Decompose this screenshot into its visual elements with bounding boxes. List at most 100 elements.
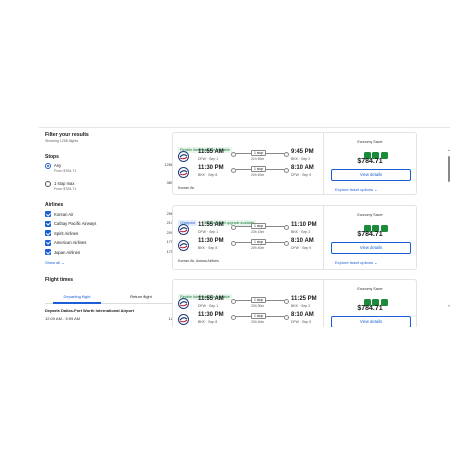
duration: 21h 50m: [251, 157, 265, 161]
flight-times-heading: Flight times: [45, 276, 74, 283]
results-count: Showing 1258 flights: [45, 139, 79, 143]
inbound-leg: 11:30 PM BKK · Sep 8 1 stop 20h 40m 8:10…: [178, 238, 318, 258]
checkbox-checked-icon[interactable]: [45, 249, 51, 255]
departure-airport: BKK · Sep 8: [198, 246, 218, 250]
show-all-link[interactable]: Show all ⌄: [45, 260, 173, 265]
explore-ticket-options-link[interactable]: Explore ticket options ⌄: [335, 187, 378, 192]
carrier-name: Korean Air: [178, 186, 195, 190]
departure-time: 11:55 AM: [198, 296, 224, 302]
card-divider: [323, 133, 324, 194]
view-details-button[interactable]: View details: [331, 242, 411, 254]
stops-badge: 1 stop: [251, 297, 267, 303]
departure-airport: BKK · Sep 8: [198, 320, 218, 324]
duration: 23h 30m: [251, 304, 265, 308]
tab-return-flight[interactable]: Return flight: [109, 294, 173, 299]
arrival-time: 8:10 AM: [291, 165, 314, 171]
korean-air-logo-icon: [178, 151, 189, 162]
departure-time: 11:30 PM: [198, 238, 224, 244]
view-details-button[interactable]: View details: [331, 316, 411, 327]
departure-airport: BKK · Sep 8: [198, 173, 218, 177]
stops-badge: 1 stop: [251, 166, 267, 172]
stop-price: From $784.71: [54, 169, 77, 173]
korean-air-logo-icon: [178, 167, 189, 178]
stop-option-1-stop-max[interactable]: 1 stop max From $784.71 389: [45, 181, 173, 196]
stops-badge: 1 stop: [251, 239, 267, 245]
departure-time: 11:30 PM: [198, 165, 224, 171]
stop-label: Any: [54, 163, 62, 168]
arrival-airport: BKK · Sep 2: [291, 304, 311, 308]
korean-air-logo-icon: [178, 224, 189, 235]
explore-label: Explore ticket options: [335, 187, 374, 192]
time-range-label: 12:00 AM - 5:59 AM: [45, 315, 81, 321]
arrival-time: 8:10 AM: [291, 312, 314, 318]
checkbox-checked-icon[interactable]: [45, 220, 51, 227]
carrier-name: Korean Air, Asiana Airlines: [178, 259, 219, 263]
stops-badge: 1 stop: [251, 223, 267, 229]
radio-icon[interactable]: [45, 181, 51, 187]
arrival-time: 11:10 PM: [291, 222, 317, 228]
arrival-airport: DFW · Sep 9: [291, 246, 312, 250]
tab-departing-flight[interactable]: Departing flight: [45, 294, 109, 304]
fare-class: Economy Saver: [357, 213, 383, 217]
flight-times-tabs: Departing flight Return flight: [45, 292, 173, 304]
airline-option[interactable]: Japan Airlines 175: [45, 249, 173, 259]
airline-label: Japan Airlines: [54, 249, 81, 255]
explore-label: Explore ticket options: [335, 260, 374, 265]
korean-air-logo-icon: [178, 314, 189, 325]
duration: 23h 15m: [251, 230, 265, 234]
explore-ticket-options-link[interactable]: Explore ticket options ⌄: [335, 260, 378, 265]
departure-time: 11:55 AM: [198, 149, 224, 155]
duration: 20h 40m: [251, 173, 265, 177]
arrival-time: 8:10 AM: [291, 238, 314, 244]
price: $784.71: [357, 231, 383, 238]
checkbox-checked-icon[interactable]: [45, 230, 51, 236]
flight-result-card[interactable]: Cheapest Flexible ticket upgrade availab…: [172, 205, 417, 270]
checkbox-checked-icon[interactable]: [45, 211, 51, 217]
stops-badge: 1 stop: [251, 150, 267, 156]
price: $784.71: [357, 158, 383, 165]
filter-sidebar: Filter your results Showing 1258 flights…: [45, 132, 173, 322]
view-details-button[interactable]: View details: [331, 169, 411, 181]
stop-price: From $784.71: [54, 187, 77, 191]
arrival-airport: DFW · Sep 9: [291, 173, 312, 177]
airline-label: Spirit Airlines: [54, 230, 79, 236]
fare-class: Economy Saver: [357, 287, 383, 291]
show-all-label: Show all: [45, 259, 61, 265]
flight-result-card[interactable]: Flexible ticket upgrade available 11:55 …: [172, 279, 417, 327]
stops-badge: 1 stop: [251, 313, 267, 319]
airline-label: Korean Air: [54, 211, 74, 217]
airline-label: American Airlines: [54, 240, 87, 245]
duration: 20h 40m: [251, 246, 265, 250]
price: $784.71: [357, 305, 383, 312]
filter-title: Filter your results: [45, 132, 89, 138]
airline-label: Cathay Pacific Airways: [54, 221, 97, 226]
stops-heading: Stops: [45, 154, 59, 160]
time-range-option[interactable]: 12:00 AM - 5:59 AM 12: [45, 316, 173, 322]
departure-time: 11:30 PM: [198, 312, 224, 318]
checkbox-checked-icon[interactable]: [45, 239, 51, 246]
airline-list: Korean Air 256 Cathay Pacific Airways 21…: [45, 211, 173, 259]
airline-option[interactable]: Korean Air 256: [45, 211, 173, 221]
departure-airport: DFW · Sep 1: [198, 157, 219, 161]
airline-option[interactable]: Cathay Pacific Airways 213: [45, 220, 173, 231]
inbound-leg: 11:30 PM BKK · Sep 8 1 stop 20h 40m 8:10…: [178, 312, 318, 327]
fare-class: Economy Saver: [357, 140, 383, 144]
airline-option[interactable]: American Airlines 179: [45, 239, 173, 250]
arrival-airport: BKK · Sep 2: [291, 157, 311, 161]
departure-time: 11:55 AM: [198, 222, 224, 228]
korean-air-logo-icon: [178, 298, 189, 309]
chevron-down-icon: ⌄: [374, 187, 378, 192]
arrival-airport: DFW · Sep 9: [291, 320, 312, 324]
korean-air-logo-icon: [178, 240, 189, 251]
airline-option[interactable]: Spirit Airlines 209: [45, 230, 173, 240]
stop-option-any[interactable]: Any From $784.71 1268: [45, 163, 173, 178]
inbound-leg: 11:30 PM BKK · Sep 8 1 stop 20h 40m 8:10…: [178, 165, 318, 185]
radio-selected-icon[interactable]: [45, 163, 51, 169]
card-divider: [323, 206, 324, 269]
chevron-down-icon: ⌄: [374, 260, 378, 265]
flight-result-card[interactable]: Flexible ticket upgrade available 11:55 …: [172, 132, 417, 195]
arrival-airport: BKK · Sep 2: [291, 230, 311, 234]
arrival-time: 11:25 PM: [291, 296, 317, 302]
card-divider: [323, 280, 324, 327]
flight-results-page: Filter your results Showing 1258 flights…: [39, 127, 450, 327]
